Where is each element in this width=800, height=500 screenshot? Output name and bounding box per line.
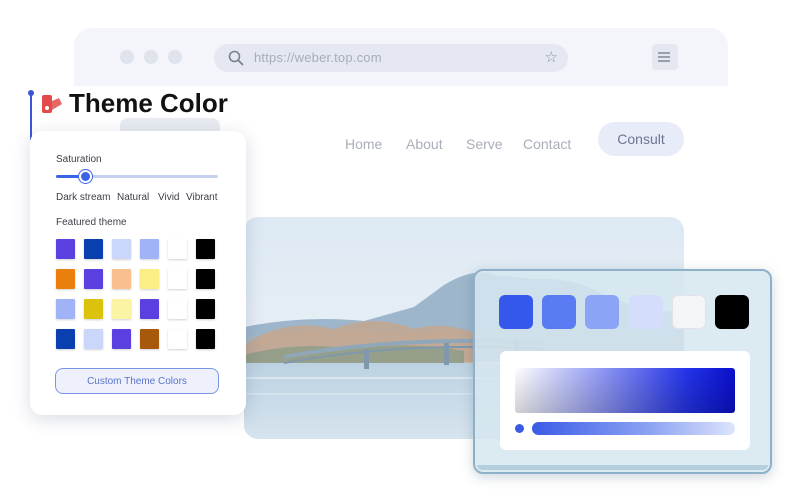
color-swatch[interactable] — [196, 329, 215, 349]
url-text: https://weber.top.com — [254, 50, 382, 65]
nav-home[interactable]: Home — [345, 136, 382, 152]
featured-theme-grid — [56, 239, 220, 359]
color-gradient-picker[interactable] — [515, 368, 735, 413]
hue-slider-handle[interactable] — [515, 424, 524, 433]
featured-theme-row[interactable] — [56, 239, 220, 259]
color-swatch[interactable] — [168, 299, 187, 319]
color-swatch[interactable] — [140, 239, 159, 259]
nav-about[interactable]: About — [406, 136, 443, 152]
hue-slider[interactable] — [532, 422, 735, 435]
color-swatch[interactable] — [196, 239, 215, 259]
window-dot-minimize[interactable] — [144, 50, 158, 64]
address-bar[interactable]: https://weber.top.com ☆ — [214, 44, 568, 72]
window-dot-close[interactable] — [120, 50, 134, 64]
color-swatch[interactable] — [112, 329, 131, 349]
color-swatch[interactable] — [56, 269, 75, 289]
palette-color-swatch[interactable] — [499, 295, 533, 329]
featured-theme-row[interactable] — [56, 269, 220, 289]
featured-theme-row[interactable] — [56, 299, 220, 319]
bookmark-star-icon[interactable]: ☆ — [545, 48, 558, 68]
browser-toolbar: https://weber.top.com ☆ — [74, 28, 728, 86]
color-swatch[interactable] — [140, 269, 159, 289]
saturation-option-vivid[interactable]: Vivid — [158, 192, 180, 203]
color-swatch[interactable] — [196, 269, 215, 289]
color-swatch[interactable] — [168, 329, 187, 349]
color-picker-card — [473, 269, 772, 474]
nav-serve[interactable]: Serve — [466, 136, 503, 152]
color-swatch[interactable] — [112, 269, 131, 289]
palette-color-swatch[interactable] — [585, 295, 619, 329]
color-swatch[interactable] — [84, 329, 103, 349]
palette-color-swatch[interactable] — [629, 295, 663, 329]
palette-color-swatch[interactable] — [715, 295, 749, 329]
color-swatch[interactable] — [84, 269, 103, 289]
saturation-slider-handle[interactable] — [79, 170, 93, 183]
palette-color-swatch[interactable] — [672, 295, 706, 329]
title-accent-line — [28, 90, 34, 140]
saturation-option-vibrant[interactable]: Vibrant — [186, 192, 218, 203]
paint-palette-icon — [42, 95, 62, 113]
color-picker-area — [500, 351, 750, 450]
theme-settings-panel: Saturation Dark stream Natural Vivid Vib… — [30, 131, 246, 415]
color-swatch[interactable] — [112, 299, 131, 319]
color-swatch[interactable] — [140, 299, 159, 319]
saturation-label: Saturation — [56, 154, 102, 165]
color-swatch[interactable] — [168, 239, 187, 259]
saturation-slider[interactable] — [56, 170, 218, 183]
featured-theme-row[interactable] — [56, 329, 220, 349]
color-swatch[interactable] — [168, 269, 187, 289]
palette-color-swatch[interactable] — [542, 295, 576, 329]
custom-theme-colors-button[interactable]: Custom Theme Colors — [55, 368, 219, 394]
color-swatch[interactable] — [56, 239, 75, 259]
color-swatch[interactable] — [112, 239, 131, 259]
color-swatch[interactable] — [56, 329, 75, 349]
window-dot-maximize[interactable] — [168, 50, 182, 64]
color-swatch[interactable] — [140, 329, 159, 349]
saturation-option-dark-stream[interactable]: Dark stream — [56, 192, 110, 203]
search-icon — [228, 50, 244, 66]
featured-theme-label: Featured theme — [56, 217, 127, 228]
color-swatch[interactable] — [196, 299, 215, 319]
color-swatch[interactable] — [56, 299, 75, 319]
color-swatch[interactable] — [84, 299, 103, 319]
page-title: Theme Color — [69, 88, 228, 118]
saturation-option-natural[interactable]: Natural — [117, 192, 149, 203]
consult-button[interactable]: Consult — [598, 122, 684, 156]
color-swatch[interactable] — [84, 239, 103, 259]
nav-contact[interactable]: Contact — [523, 136, 571, 152]
hamburger-menu-icon[interactable] — [652, 44, 678, 70]
